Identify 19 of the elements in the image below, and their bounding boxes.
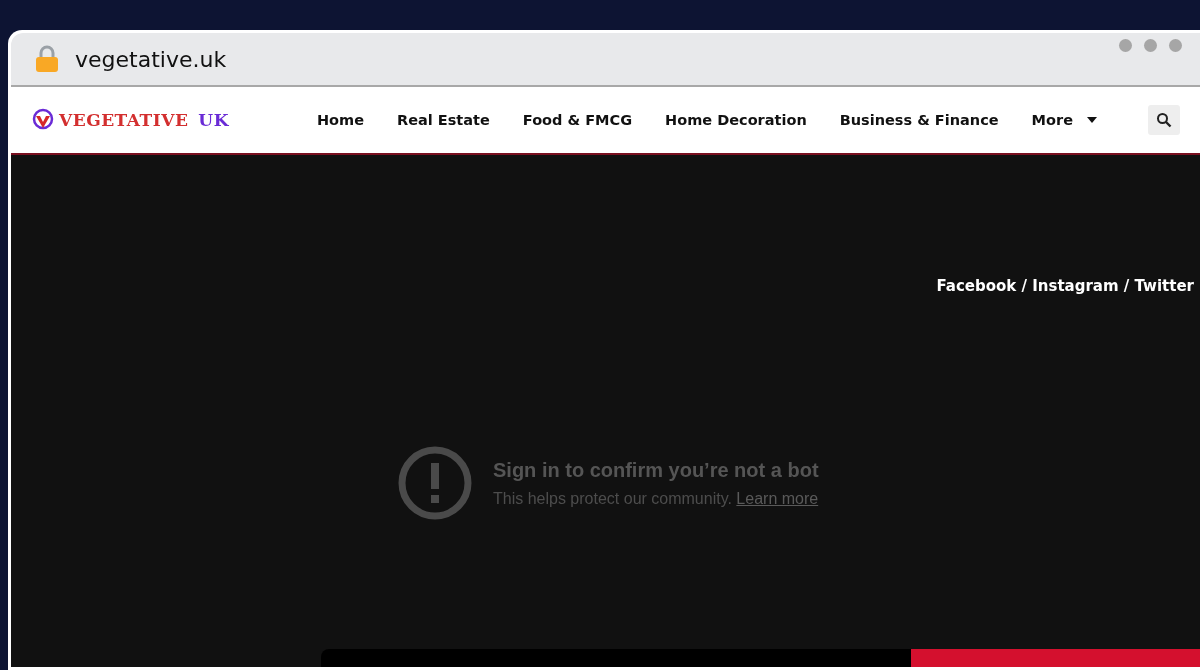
more-menu[interactable]: More xyxy=(1031,112,1097,128)
caret-icon xyxy=(1087,117,1097,123)
window-dot[interactable] xyxy=(1119,39,1132,52)
address-text[interactable]: vegetative.uk xyxy=(75,46,227,72)
window-dot[interactable] xyxy=(1144,39,1157,52)
notice-text: This helps protect our community. Learn more xyxy=(493,489,819,508)
social-links[interactable]: Facebook / Instagram / Twitter xyxy=(936,277,1194,295)
search-button[interactable] xyxy=(1148,105,1180,135)
notice-title: Sign in to confirm you’re not a bot xyxy=(493,458,819,482)
nav-link[interactable]: Business & Finance xyxy=(839,112,999,128)
padlock-icon xyxy=(35,45,59,73)
nav-link[interactable]: Food & FMCG xyxy=(522,112,633,128)
nav-link[interactable]: Home Decoration xyxy=(665,112,807,128)
window-dot[interactable] xyxy=(1169,39,1182,52)
search-icon xyxy=(1156,112,1172,128)
exclamation-circle-icon xyxy=(397,445,473,521)
nav-link[interactable]: Home xyxy=(316,112,364,128)
site-logo[interactable]: VEGETATIVE UK xyxy=(31,108,229,132)
nav-link[interactable]: Real Estate xyxy=(397,112,490,128)
